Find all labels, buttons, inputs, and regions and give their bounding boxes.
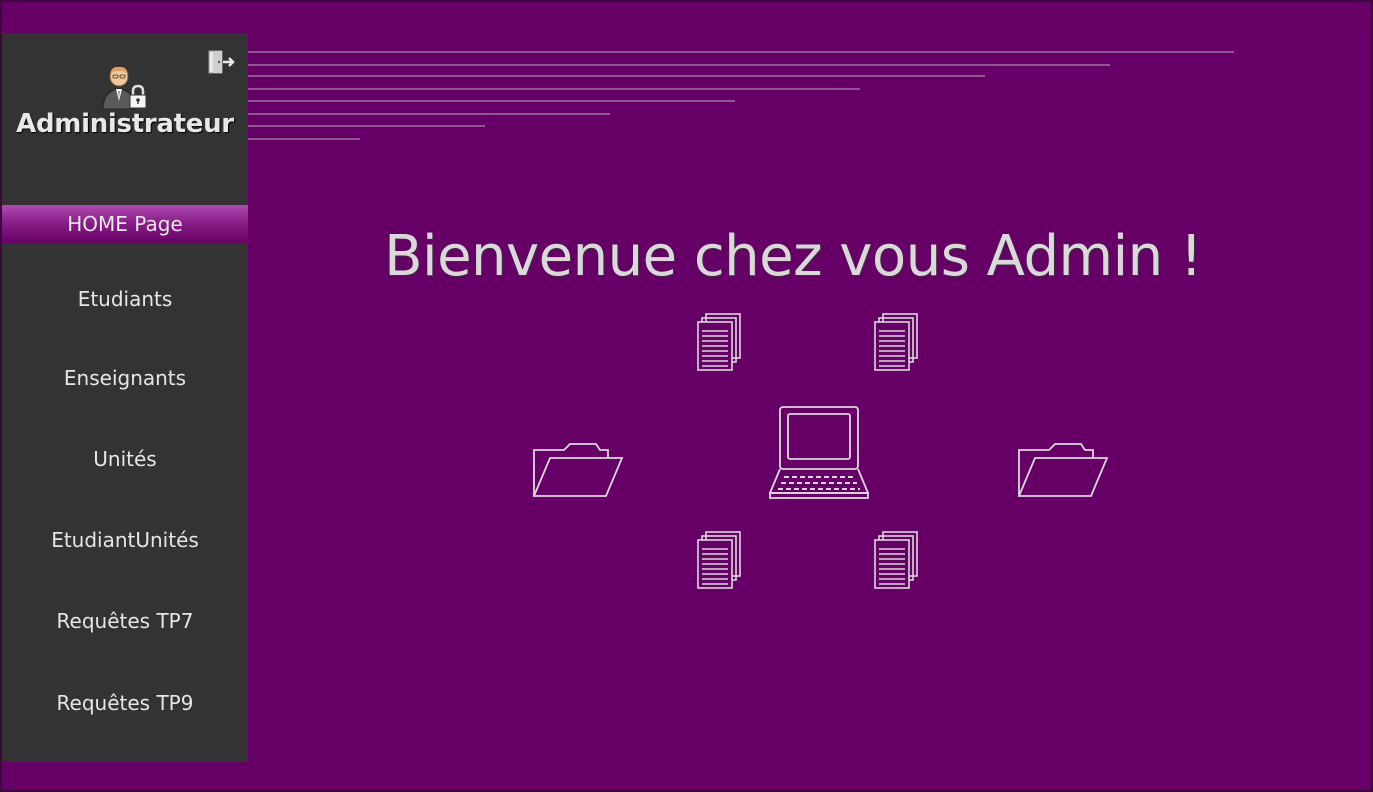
nav-item-home[interactable]: HOME Page bbox=[2, 205, 248, 243]
documents-icon bbox=[874, 313, 918, 371]
decorative-lines bbox=[248, 51, 1234, 140]
role-title: Administrateur bbox=[16, 109, 234, 139]
laptop-icon bbox=[768, 406, 870, 499]
nav-item-requetes-tp9[interactable]: Requêtes TP9 bbox=[2, 683, 248, 723]
documents-icon bbox=[697, 531, 741, 589]
nav-item-unites[interactable]: Unités bbox=[2, 439, 248, 479]
nav-item-etudiant-unites[interactable]: EtudiantUnités bbox=[2, 520, 248, 560]
nav-item-requetes-tp7[interactable]: Requêtes TP7 bbox=[2, 601, 248, 641]
folder-icon bbox=[1017, 443, 1109, 497]
app-window: Administrateur HOME Page Etudiants Ensei… bbox=[0, 0, 1373, 792]
logout-icon[interactable] bbox=[206, 48, 236, 78]
documents-icon bbox=[697, 313, 741, 371]
nav-item-enseignants[interactable]: Enseignants bbox=[2, 358, 248, 398]
admin-avatar-icon bbox=[99, 61, 151, 111]
folder-icon bbox=[532, 443, 624, 497]
nav-item-etudiants[interactable]: Etudiants bbox=[2, 279, 248, 319]
welcome-heading: Bienvenue chez vous Admin ! bbox=[384, 224, 1202, 289]
sidebar: Administrateur HOME Page Etudiants Ensei… bbox=[2, 33, 248, 762]
documents-icon bbox=[874, 531, 918, 589]
